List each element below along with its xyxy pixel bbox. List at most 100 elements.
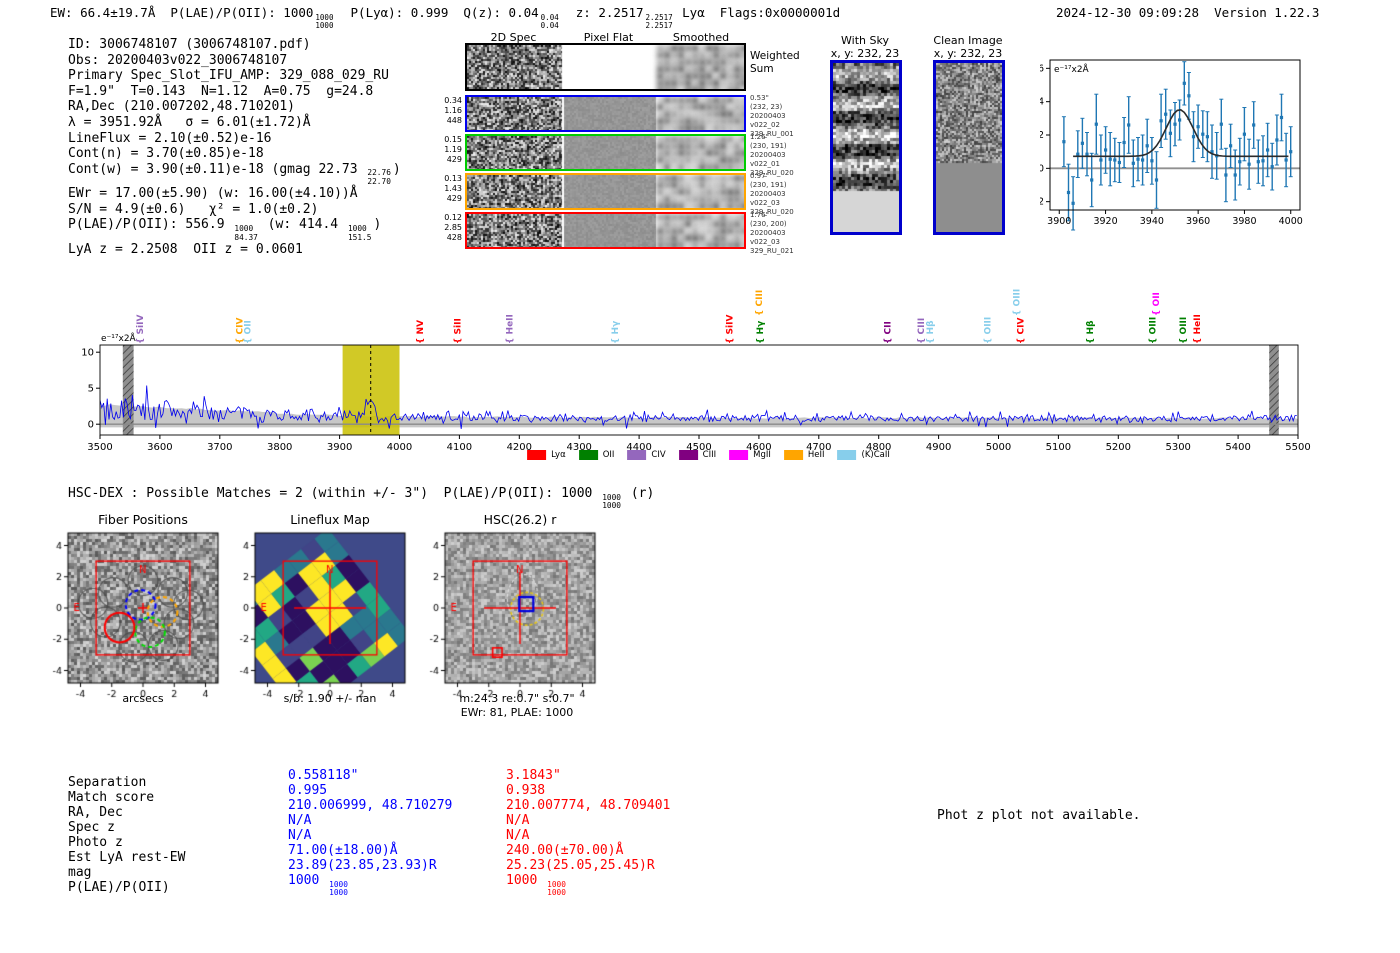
info-line: F=1.9" T=0.143 N=1.12 A=0.75 g=24.8 xyxy=(68,83,374,99)
spectrum-legend: Lyα OII CIV CIII MgII HeII (K)CaII xyxy=(527,445,903,464)
clean-image xyxy=(933,60,1005,235)
svg-text:0: 0 xyxy=(88,420,94,431)
match-value: 210.006999, 48.710279 xyxy=(288,798,453,813)
svg-text:3900: 3900 xyxy=(327,442,352,453)
emission-line-label: { OIII xyxy=(1179,317,1189,344)
with-sky-title: With Sky x, y: 232, 23 xyxy=(830,34,900,61)
match-row-label: Spec z xyxy=(68,820,115,835)
svg-text:0: 0 xyxy=(1040,163,1044,174)
legend-item: CIII xyxy=(678,450,717,460)
svg-text:5500: 5500 xyxy=(1285,442,1310,453)
weighted-sum-label: Weighted Sum xyxy=(750,50,800,75)
match-value: 23.89(23.85,23.93)R xyxy=(288,858,437,873)
legend-item: (K)CaII xyxy=(837,450,890,460)
legend-item: HeII xyxy=(783,450,825,460)
info-line: ID: 3006748107 (3006748107.pdf) xyxy=(68,37,311,52)
match-row-label: RA, Dec xyxy=(68,805,123,820)
legend-swatch xyxy=(678,450,698,460)
match-value: 0.558118" xyxy=(288,768,359,783)
svg-text:3500: 3500 xyxy=(87,442,112,453)
emission-line-label: { HeII xyxy=(1193,314,1203,344)
emission-line-label: { SiIV xyxy=(136,315,146,344)
info-line: P(LAE)/P(OII): 556.9 1000 84.37 (w: 414.4… xyxy=(68,217,382,242)
svg-text:3900: 3900 xyxy=(1047,216,1071,227)
match-value: 1000 1000 1000 xyxy=(506,873,566,898)
info-line: Cont(n) = 3.70(±0.85)e-18 xyxy=(68,146,264,162)
svg-text:3600: 3600 xyxy=(147,442,172,453)
info-line: EWr = 17.00(±5.90) (w: 16.00(±4.10))Å xyxy=(68,186,358,202)
svg-text:5300: 5300 xyxy=(1165,442,1190,453)
fiber-row-weights: 0.13 1.43 429 xyxy=(444,174,462,203)
legend-label: MgII xyxy=(753,450,771,460)
svg-text:4100: 4100 xyxy=(447,442,472,453)
hsc-cutout-title: HSC(26.2) r xyxy=(483,512,557,527)
svg-text:-2: -2 xyxy=(1040,197,1044,208)
legend-swatch xyxy=(783,450,803,460)
fiber-row-weights: 0.15 1.19 429 xyxy=(444,135,462,164)
info-line: LyA z = 2.2508 OII z = 0.0601 xyxy=(68,242,303,257)
header-datetime: 2024-12-30 09:09:28 Version 1.22.3 xyxy=(1056,5,1319,20)
svg-text:e⁻¹⁷x2Å: e⁻¹⁷x2Å xyxy=(1054,63,1090,75)
legend-swatch xyxy=(837,450,857,460)
legend-label: CIV xyxy=(651,450,666,460)
legend-item: CIV xyxy=(627,450,666,460)
match-value: 0.995 xyxy=(288,783,328,798)
fiber-row-weights: 0.34 1.16 448 xyxy=(444,96,462,125)
svg-text:5400: 5400 xyxy=(1225,442,1250,453)
svg-text:4900: 4900 xyxy=(926,442,951,453)
weighted-sum-2d-image xyxy=(465,43,746,91)
legend-item: Lyα xyxy=(527,450,566,460)
clean-image-title: Clean Image x, y: 232, 23 xyxy=(933,34,1003,61)
match-row-label: Match score xyxy=(68,790,155,805)
emission-line-label: { Hβ xyxy=(926,320,936,344)
hsc-dex-matches-line: HSC-DEX : Possible Matches = 2 (within +… xyxy=(68,486,655,511)
match-value: 3.1843" xyxy=(506,768,561,783)
emission-line-label: { OII xyxy=(243,320,253,344)
fiber-2d-row xyxy=(465,212,746,249)
emission-line-label: { Hβ xyxy=(1086,320,1096,344)
header-summary-line: EW: 66.4±19.7Å P(LAE)/P(OII): 1000 1000 10… xyxy=(50,5,841,30)
hsc-cutout-caption-1: m:24.3 re:0.7" s:0.7" xyxy=(459,692,575,705)
emission-line-label: { CIII xyxy=(755,290,765,316)
emission-line-label: { SiII xyxy=(454,318,464,344)
svg-text:5000: 5000 xyxy=(986,442,1011,453)
emission-line-label: { CII xyxy=(884,321,894,344)
emission-line-label: { OII xyxy=(1152,292,1162,316)
svg-text:4000: 4000 xyxy=(1279,216,1303,227)
fiber-2d-row xyxy=(465,134,746,171)
emission-line-label: { SiIV xyxy=(726,315,736,344)
info-line: λ = 3951.92Å σ = 6.01(±1.72)Å xyxy=(68,114,311,130)
match-value: 0.938 xyxy=(506,783,546,798)
legend-label: (K)CaII xyxy=(861,450,890,460)
elixer-report-page: EW: 66.4±19.7Å P(LAE)/P(OII): 1000 1000 10… xyxy=(0,0,1400,953)
match-value: N/A xyxy=(288,813,312,828)
emission-line-label: { CIV xyxy=(1017,318,1027,344)
match-value: N/A xyxy=(506,828,530,843)
info-line: RA,Dec (210.007202,48.710201) xyxy=(68,99,295,115)
legend-item: OII xyxy=(578,450,614,460)
match-value: 71.00(±18.00)Å xyxy=(288,843,398,858)
svg-text:4: 4 xyxy=(1040,97,1044,108)
info-line: Primary Spec_Slot_IFU_AMP: 329_088_029_R… xyxy=(68,68,389,84)
svg-text:10: 10 xyxy=(81,348,94,359)
lineflux-map-title: Lineflux Map xyxy=(290,512,370,527)
legend-label: Lyα xyxy=(551,450,566,460)
match-value: 25.23(25.05,25.45)R xyxy=(506,858,655,873)
emission-line-label: { OIII xyxy=(1148,317,1158,344)
match-value: 1000 1000 1000 xyxy=(288,873,348,898)
emission-line-label: { OIII xyxy=(984,317,994,344)
match-row-label: Photo z xyxy=(68,835,123,850)
legend-label: CIII xyxy=(702,450,717,460)
lineflux-map-caption: s/b: 1.90 +/- nan xyxy=(283,692,377,705)
fiber-2d-row xyxy=(465,95,746,132)
svg-text:5200: 5200 xyxy=(1106,442,1131,453)
legend-swatch xyxy=(578,450,598,460)
detection-info-panel: ID: 3006748107 (3006748107.pdf) Obs: 2020… xyxy=(68,37,401,258)
svg-text:3700: 3700 xyxy=(207,442,232,453)
legend-swatch xyxy=(729,450,749,460)
svg-text:3920: 3920 xyxy=(1093,216,1117,227)
svg-text:5: 5 xyxy=(88,384,94,395)
fiber-positions-xlabel: arcsecs xyxy=(122,692,164,705)
svg-text:3980: 3980 xyxy=(1232,216,1256,227)
match-value: N/A xyxy=(288,828,312,843)
